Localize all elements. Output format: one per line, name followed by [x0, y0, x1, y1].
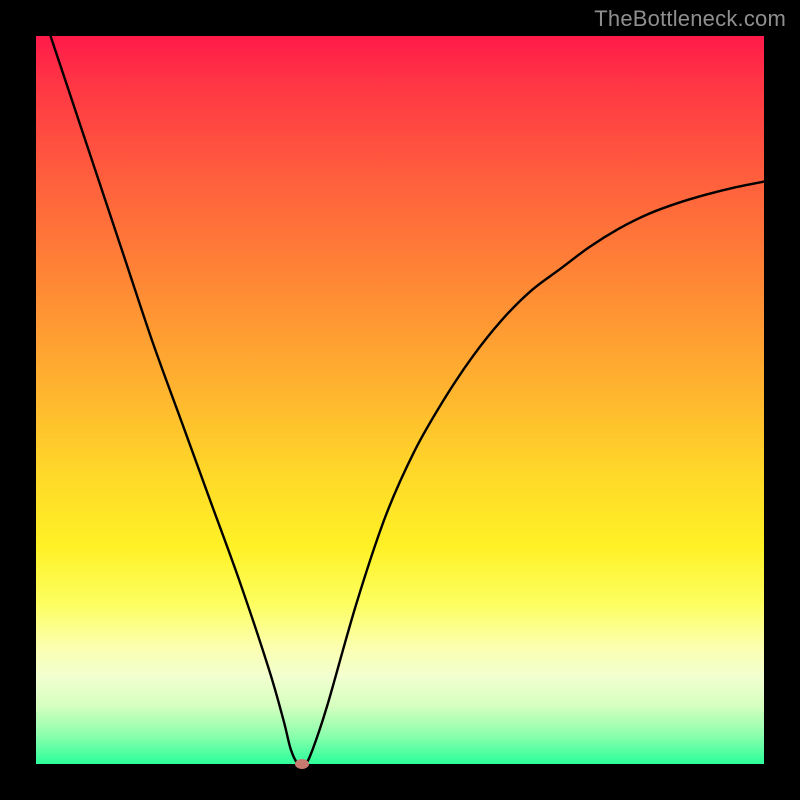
optimum-marker — [295, 759, 309, 769]
chart-frame: TheBottleneck.com — [0, 0, 800, 800]
bottleneck-curve — [51, 36, 764, 764]
watermark-text: TheBottleneck.com — [594, 6, 786, 32]
curve-svg — [36, 36, 764, 764]
plot-area — [36, 36, 764, 764]
